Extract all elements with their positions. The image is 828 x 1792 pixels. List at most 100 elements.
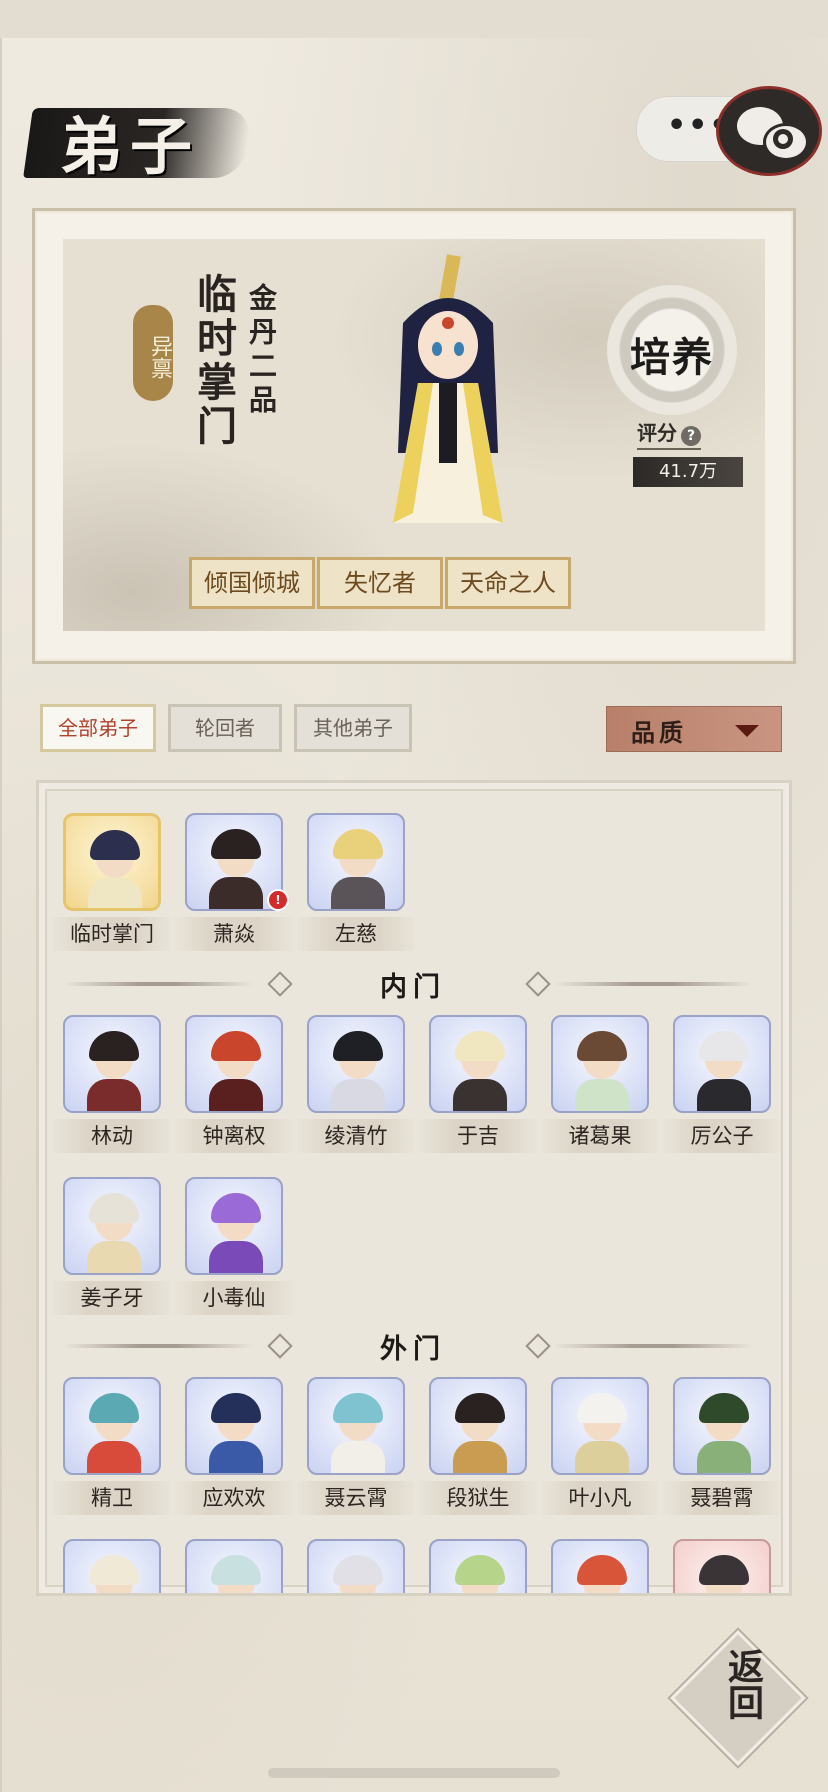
disciple-avatar[interactable] — [429, 1015, 527, 1113]
disciple-card[interactable]: 于吉 — [419, 1015, 537, 1155]
avatar-hair — [211, 829, 261, 859]
disciple-avatar[interactable] — [185, 1177, 283, 1275]
cultivate-button[interactable]: 培养 — [607, 285, 737, 415]
section-divider-outer: 外门 — [53, 1331, 775, 1365]
disciple-avatar[interactable] — [551, 1015, 649, 1113]
disciple-name-label: 聂云霄 — [297, 1481, 415, 1515]
disciple-avatar[interactable] — [185, 1539, 283, 1593]
disciple-card[interactable]: 绫清竹 — [297, 1015, 415, 1155]
disciple-avatar[interactable] — [673, 1377, 771, 1475]
disciple-card[interactable]: 临时掌门 — [53, 813, 171, 953]
disciple-card[interactable] — [53, 1539, 165, 1593]
disciple-name-label: 叶小凡 — [541, 1481, 659, 1515]
disciple-avatar[interactable] — [673, 1539, 771, 1593]
disciple-name-label: 厉公子 — [663, 1119, 781, 1153]
frame-edge — [0, 38, 2, 1792]
avatar-hair — [577, 1555, 627, 1585]
chat-button[interactable] — [716, 86, 822, 176]
disciple-card[interactable]: 厉公子 — [663, 1015, 781, 1155]
disciple-avatar[interactable] — [307, 1015, 405, 1113]
avatar-hair — [699, 1555, 749, 1585]
disciple-avatar[interactable] — [63, 1177, 161, 1275]
avatar-hair — [211, 1393, 261, 1423]
eye-pupil-icon — [778, 134, 788, 144]
disciple-card[interactable]: 林动 — [53, 1015, 171, 1155]
disciple-name-label: 姜子牙 — [53, 1281, 171, 1315]
divider-line — [553, 1344, 753, 1348]
diamond-icon — [267, 1333, 293, 1359]
disciple-card[interactable]: 应欢欢 — [175, 1377, 293, 1517]
disciple-avatar[interactable] — [673, 1015, 771, 1113]
disciple-avatar[interactable] — [185, 1015, 283, 1113]
avatar-body — [697, 1079, 751, 1111]
avatar-body — [453, 1079, 507, 1111]
disciple-name-label: 左慈 — [297, 917, 415, 951]
disciple-name-label: 聂碧霄 — [663, 1481, 781, 1515]
disciple-avatar[interactable] — [429, 1539, 527, 1593]
disciple-list[interactable]: 内门 外门 临时掌门! 萧焱 左慈林动 钟离权 绫清竹 于吉 诸葛果 厉公子姜子牙 小毒仙 精卫应… — [36, 780, 792, 1596]
disciple-name-label: 段狱生 — [419, 1481, 537, 1515]
disciple-card[interactable]: ! 萧焱 — [175, 813, 293, 953]
avatar-hair — [455, 1393, 505, 1423]
divider-line — [63, 1344, 253, 1348]
disciple-card[interactable]: 姜子牙 — [53, 1177, 171, 1317]
disciple-name-label: 钟离权 — [175, 1119, 293, 1153]
disciple-avatar[interactable] — [63, 1377, 161, 1475]
disciple-avatar[interactable] — [63, 813, 161, 911]
disciple-avatar[interactable] — [307, 813, 405, 911]
disciple-avatar[interactable] — [307, 1539, 405, 1593]
disciple-card[interactable]: 小毒仙 — [175, 1177, 293, 1317]
tab-reincarnators[interactable]: 轮回者 — [168, 704, 282, 752]
avatar-body — [87, 1441, 141, 1473]
disciple-portrait[interactable] — [373, 253, 523, 533]
section-divider-inner: 内门 — [53, 969, 775, 1003]
avatar-hair — [211, 1031, 261, 1061]
disciple-avatar[interactable] — [63, 1015, 161, 1113]
disciple-card[interactable]: 聂云霄 — [297, 1377, 415, 1517]
trait-tag[interactable]: 天命之人 — [445, 557, 571, 609]
disciple-avatar[interactable] — [307, 1377, 405, 1475]
status-bar-area — [0, 0, 828, 38]
caret-down-icon — [735, 725, 759, 737]
help-icon[interactable]: ? — [681, 426, 701, 446]
trait-tag[interactable]: 失忆者 — [317, 557, 443, 609]
disciple-avatar[interactable] — [551, 1377, 649, 1475]
avatar-body — [88, 878, 142, 908]
disciple-card[interactable] — [663, 1539, 775, 1593]
trait-tag[interactable]: 倾国倾城 — [189, 557, 315, 609]
back-label[interactable]: 返回 — [722, 1648, 764, 1720]
disciple-card[interactable]: 钟离权 — [175, 1015, 293, 1155]
cultivate-label: 培养 — [630, 334, 714, 381]
disciple-avatar[interactable] — [429, 1377, 527, 1475]
avatar-body — [209, 1079, 263, 1111]
divider-line — [553, 982, 753, 986]
section-title-inner: 内门 — [380, 972, 446, 1003]
score-label: 评分? — [637, 417, 701, 450]
avatar-hair — [333, 1393, 383, 1423]
disciple-card[interactable]: 段狱生 — [419, 1377, 537, 1517]
disciple-card[interactable] — [175, 1539, 287, 1593]
avatar-hair — [89, 1193, 139, 1223]
disciple-card[interactable]: 诸葛果 — [541, 1015, 659, 1155]
avatar-body — [453, 1441, 507, 1473]
disciple-card[interactable]: 左慈 — [297, 813, 415, 953]
page-title: 弟子 — [60, 110, 201, 183]
disciple-card[interactable]: 叶小凡 — [541, 1377, 659, 1517]
sort-quality-dropdown[interactable]: 品质 — [606, 706, 782, 752]
disciple-card[interactable] — [541, 1539, 653, 1593]
avatar-hair — [455, 1031, 505, 1061]
sort-label: 品质 — [631, 718, 687, 747]
avatar-body — [697, 1441, 751, 1473]
disciple-card[interactable]: 精卫 — [53, 1377, 171, 1517]
disciple-avatar[interactable] — [551, 1539, 649, 1593]
section-title-outer: 外门 — [380, 1334, 446, 1365]
disciple-card[interactable] — [419, 1539, 531, 1593]
tab-all-disciples[interactable]: 全部弟子 — [40, 704, 156, 752]
avatar-hair — [89, 1555, 139, 1585]
disciple-avatar[interactable] — [185, 1377, 283, 1475]
disciple-card[interactable]: 聂碧霄 — [663, 1377, 781, 1517]
disciple-detail-panel: 异禀 临时掌门 金丹二品 培养 评分? 41.7万 倾国倾城 失忆者 天命之人 — [32, 208, 796, 664]
disciple-card[interactable] — [297, 1539, 409, 1593]
disciple-avatar[interactable] — [63, 1539, 161, 1593]
tab-other-disciples[interactable]: 其他弟子 — [294, 704, 412, 752]
